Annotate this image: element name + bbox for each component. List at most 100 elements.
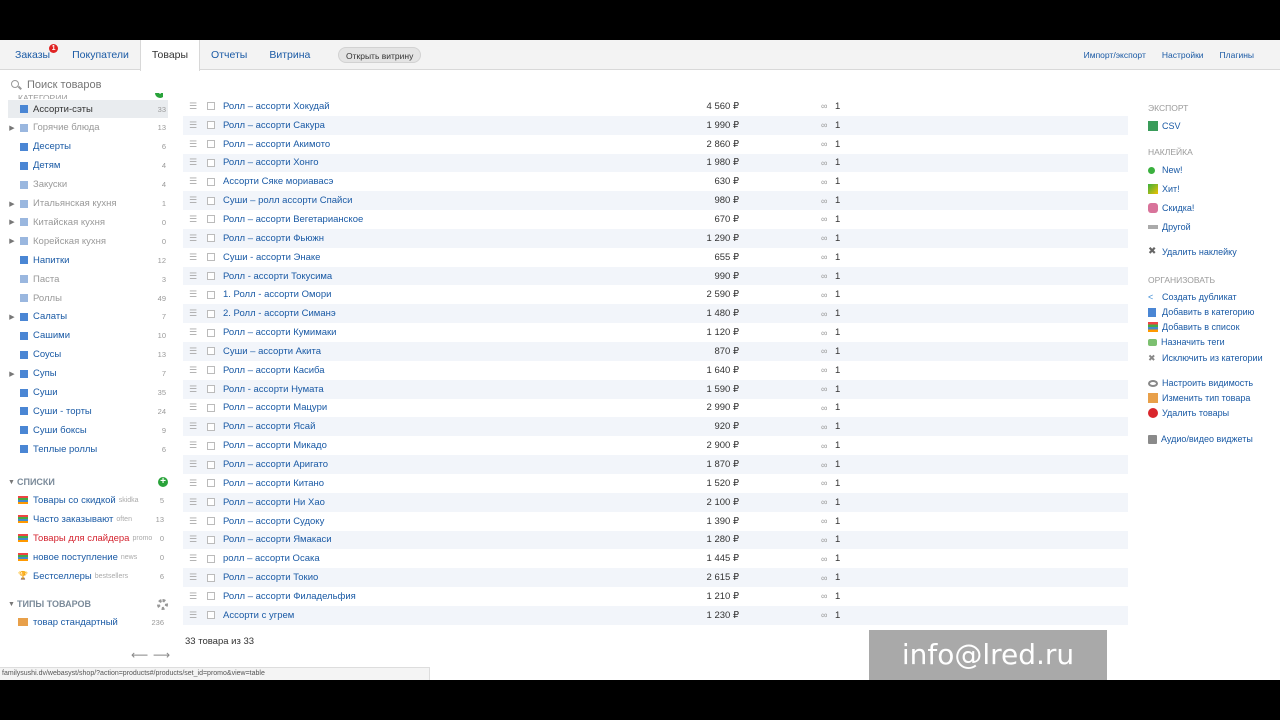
sidebar-list-item[interactable]: Товары со скидкой skidka 5 [18, 491, 168, 509]
product-name-link[interactable]: Ролл – ассорти Хокудай [223, 101, 623, 112]
row-checkbox[interactable] [207, 535, 215, 544]
tab-orders[interactable]: Заказы 1 [4, 40, 61, 70]
product-name-link[interactable]: Суши – ассорти Акита [223, 346, 623, 357]
product-name-link[interactable]: Ролл – ассорти Токио [223, 572, 623, 583]
row-checkbox[interactable] [207, 422, 215, 431]
product-name-link[interactable]: Ролл – ассорти Касиба [223, 365, 623, 376]
row-checkbox[interactable] [207, 498, 215, 507]
drag-handle-icon[interactable]: ☰ [189, 308, 199, 319]
product-name-link[interactable]: Ассорти Сяке мориавасэ [223, 176, 623, 187]
exclude-from-category-action[interactable]: ✖ Исключить из категории [1148, 351, 1263, 365]
product-name-link[interactable]: 2. Ролл - ассорти Симанэ [223, 308, 623, 319]
row-checkbox[interactable] [207, 366, 215, 375]
add-list-icon[interactable]: + [158, 477, 168, 487]
row-checkbox[interactable] [207, 592, 215, 601]
row-checkbox[interactable] [207, 253, 215, 262]
change-type-action[interactable]: Изменить тип товара [1148, 391, 1250, 405]
drag-handle-icon[interactable]: ☰ [189, 214, 199, 225]
collapse-arrow-icon[interactable]: ▼ [8, 601, 17, 608]
expand-arrow-icon[interactable]: ▶ [8, 370, 16, 378]
duplicate-action[interactable]: < Создать дубликат [1148, 290, 1237, 304]
row-checkbox[interactable] [207, 611, 215, 620]
sidebar-category-item[interactable]: ▶ Салаты 7 [0, 308, 172, 326]
drag-handle-icon[interactable]: ☰ [189, 157, 199, 168]
plugins-link[interactable]: Плагины [1220, 40, 1254, 70]
product-name-link[interactable]: Ролл – ассорти Ясай [223, 421, 623, 432]
sidebar-category-item[interactable]: Теплые роллы 6 [0, 440, 172, 458]
badge-discount-action[interactable]: Скидка! [1148, 201, 1194, 215]
drag-handle-icon[interactable]: ☰ [189, 516, 199, 527]
product-name-link[interactable]: Ролл – ассорти Акимото [223, 139, 623, 150]
product-name-link[interactable]: Ролл – ассорти Фьюжн [223, 233, 623, 244]
product-name-link[interactable]: Ролл – ассорти Сакура [223, 120, 623, 131]
drag-handle-icon[interactable]: ☰ [189, 572, 199, 583]
product-name-link[interactable]: Суши – ролл ассорти Спайси [223, 195, 623, 206]
drag-handle-icon[interactable]: ☰ [189, 346, 199, 357]
row-checkbox[interactable] [207, 290, 215, 299]
product-name-link[interactable]: Ролл - ассорти Нумата [223, 384, 623, 395]
sidebar-list-item[interactable]: Товары для слайдера promo 0 [18, 529, 168, 547]
row-checkbox[interactable] [207, 196, 215, 205]
drag-handle-icon[interactable]: ☰ [189, 553, 199, 564]
row-checkbox[interactable] [207, 517, 215, 526]
row-checkbox[interactable] [207, 140, 215, 149]
tab-reports[interactable]: Отчеты [200, 40, 258, 70]
settings-link[interactable]: Настройки [1162, 40, 1204, 70]
sidebar-category-item[interactable]: ▶ Корейская кухня 0 [0, 232, 172, 250]
import-export-link[interactable]: Импорт/экспорт [1084, 40, 1146, 70]
row-checkbox[interactable] [207, 234, 215, 243]
add-to-category-action[interactable]: Добавить в категорию [1148, 305, 1254, 319]
expand-arrow-icon[interactable]: ▶ [8, 200, 16, 208]
product-name-link[interactable]: Ролл – ассорти Хонго [223, 157, 623, 168]
drag-handle-icon[interactable]: ☰ [189, 233, 199, 244]
product-name-link[interactable]: Ролл – ассорти Судоку [223, 516, 623, 527]
product-name-link[interactable]: Ролл – ассорти Мацури [223, 402, 623, 413]
drag-handle-icon[interactable]: ☰ [189, 271, 199, 282]
expand-arrow-icon[interactable]: ▶ [8, 124, 16, 132]
badge-new-action[interactable]: New! [1148, 163, 1183, 177]
back-arrow-icon[interactable]: ⟵ [131, 648, 148, 662]
search-input[interactable] [27, 79, 177, 91]
row-checkbox[interactable] [207, 102, 215, 111]
drag-handle-icon[interactable]: ☰ [189, 365, 199, 376]
row-checkbox[interactable] [207, 385, 215, 394]
sidebar-category-item[interactable]: Детям 4 [0, 157, 172, 175]
drag-handle-icon[interactable]: ☰ [189, 252, 199, 263]
sidebar-category-item[interactable]: Роллы 49 [0, 289, 172, 307]
drag-handle-icon[interactable]: ☰ [189, 497, 199, 508]
drag-handle-icon[interactable]: ☰ [189, 120, 199, 131]
add-category-icon[interactable]: + [155, 93, 163, 99]
sidebar-category-item[interactable]: Напитки 12 [0, 251, 172, 269]
product-name-link[interactable]: Ролл – ассорти Ни Хао [223, 497, 623, 508]
row-checkbox[interactable] [207, 328, 215, 337]
product-name-link[interactable]: Ролл – ассорти Ямакаси [223, 534, 623, 545]
drag-handle-icon[interactable]: ☰ [189, 327, 199, 338]
remove-badge-action[interactable]: ✖ Удалить наклейку [1148, 245, 1237, 259]
collapse-arrow-icon[interactable]: ▼ [8, 479, 17, 486]
sidebar-category-item[interactable]: Суши 35 [0, 384, 172, 402]
forward-arrow-icon[interactable]: ⟶ [153, 648, 170, 662]
open-storefront-button[interactable]: Открыть витрину [338, 47, 422, 63]
delete-products-action[interactable]: Удалить товары [1148, 406, 1229, 420]
drag-handle-icon[interactable]: ☰ [189, 459, 199, 470]
product-name-link[interactable]: Ролл – ассорти Микадо [223, 440, 623, 451]
sidebar-category-item[interactable]: Суши - торты 24 [0, 402, 172, 420]
add-to-list-action[interactable]: Добавить в список [1148, 320, 1240, 334]
row-checkbox[interactable] [207, 403, 215, 412]
sidebar-category-item[interactable]: Суши боксы 9 [0, 421, 172, 439]
drag-handle-icon[interactable]: ☰ [189, 440, 199, 451]
tab-storefront[interactable]: Витрина [258, 40, 321, 70]
row-checkbox[interactable] [207, 121, 215, 130]
assign-tags-action[interactable]: Назначить теги [1148, 335, 1225, 349]
product-name-link[interactable]: Суши - ассорти Энаке [223, 252, 623, 263]
product-name-link[interactable]: ролл – ассорти Осака [223, 553, 623, 564]
visibility-action[interactable]: Настроить видимость [1148, 376, 1253, 390]
gear-icon[interactable] [157, 598, 168, 610]
product-name-link[interactable]: 1. Ролл - ассорти Омори [223, 289, 623, 300]
drag-handle-icon[interactable]: ☰ [189, 195, 199, 206]
export-csv-action[interactable]: CSV [1148, 119, 1181, 133]
row-checkbox[interactable] [207, 347, 215, 356]
tab-customers[interactable]: Покупатели [61, 40, 140, 70]
product-name-link[interactable]: Ролл – ассорти Аригато [223, 459, 623, 470]
badge-hit-action[interactable]: Хит! [1148, 182, 1180, 196]
